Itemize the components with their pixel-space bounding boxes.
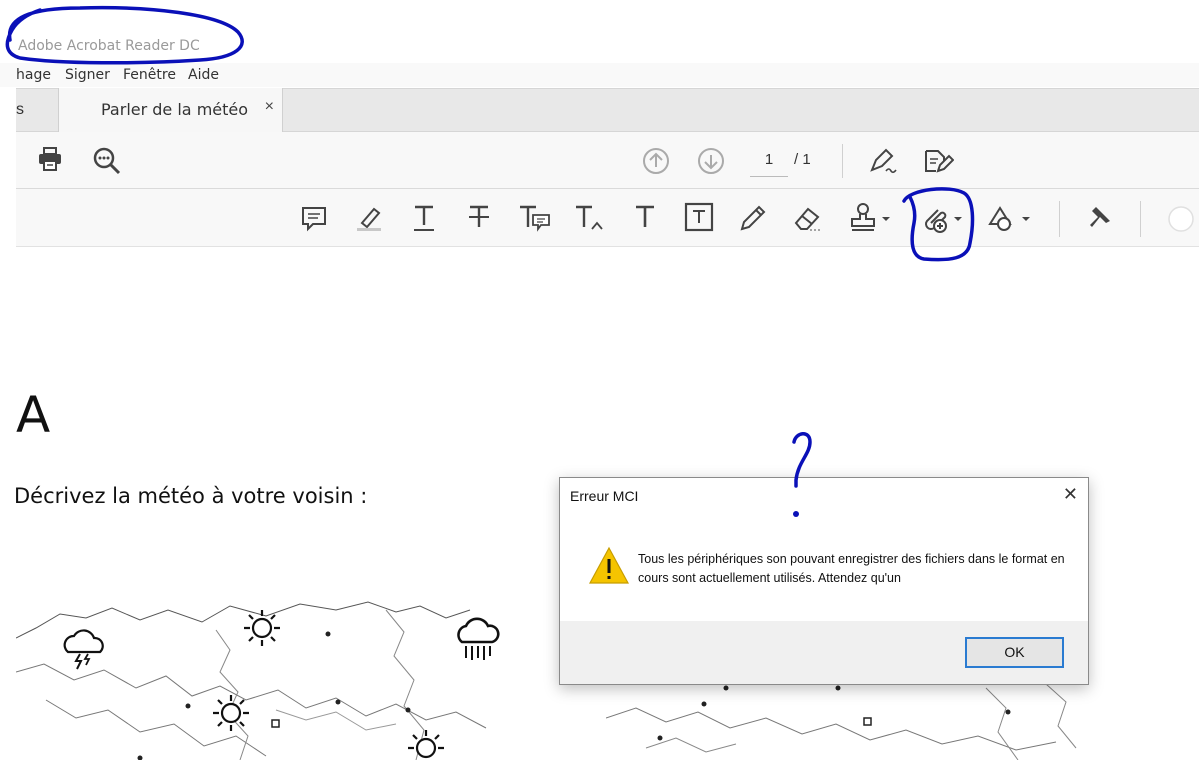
color-circle-icon[interactable] [1166,204,1196,234]
main-toolbar: 1 / 1 [16,132,1199,189]
sun-icon [244,610,280,646]
page-down-icon[interactable] [697,147,725,175]
rain-cloud-icon [457,617,500,660]
shapes-icon[interactable] [986,202,1034,234]
comment-toolbar [16,189,1199,247]
tab-close-button[interactable]: × [265,98,274,116]
tab-document[interactable]: Parler de la météo × [58,88,283,133]
dialog-title: Erreur MCI [570,488,639,504]
ink-title-circle [5,5,244,65]
document-prompt: Décrivez la météo à votre voisin : [14,484,368,508]
sign-pen-icon[interactable] [868,146,898,176]
tab-document-label: Parler de la météo [101,100,249,119]
tab-strip: s Parler de la météo × [16,88,1199,133]
stamp-icon[interactable] [848,202,894,234]
page-up-icon[interactable] [642,147,670,175]
document-heading-letter: A [16,386,51,444]
export-edit-icon[interactable] [922,145,954,177]
highlight-icon[interactable] [354,203,384,233]
page-total: / 1 [794,151,811,168]
dialog-close-button[interactable]: ✕ [1063,484,1078,505]
toolbar-divider-3 [1140,201,1141,237]
sun-icon-3 [408,730,444,759]
dialog-footer: OK [560,621,1088,684]
warning-icon [588,546,630,584]
ink-question-mark [792,432,812,517]
underline-text-icon[interactable] [411,203,437,233]
dialog-message: Tous les périphériques son pouvant enreg… [638,552,1065,585]
page-number-input[interactable]: 1 [750,151,788,177]
replace-text-icon[interactable] [518,203,552,233]
weather-map-left [16,601,500,760]
text-box-icon[interactable] [684,202,714,232]
weather-map-right [606,679,1077,760]
toolbar-divider-2 [1059,201,1060,237]
eraser-icon[interactable] [792,203,824,233]
tab-previous[interactable]: s [16,101,24,119]
toolbar-divider [842,144,843,178]
add-text-icon[interactable] [632,203,658,233]
strikethrough-text-icon[interactable] [466,203,492,233]
pin-icon[interactable] [1084,203,1114,233]
storm-cloud-icon [63,629,104,670]
insert-text-icon[interactable] [574,203,606,233]
ink-attach-circle [902,187,975,262]
ok-button[interactable]: OK [965,637,1064,668]
comment-icon[interactable] [300,205,328,233]
sun-icon-2 [213,695,249,731]
zoom-search-icon[interactable] [92,146,122,176]
print-icon[interactable] [36,145,64,173]
error-dialog: Erreur MCI ✕ Tous les périphériques son … [559,477,1089,685]
pencil-icon[interactable] [738,203,768,233]
